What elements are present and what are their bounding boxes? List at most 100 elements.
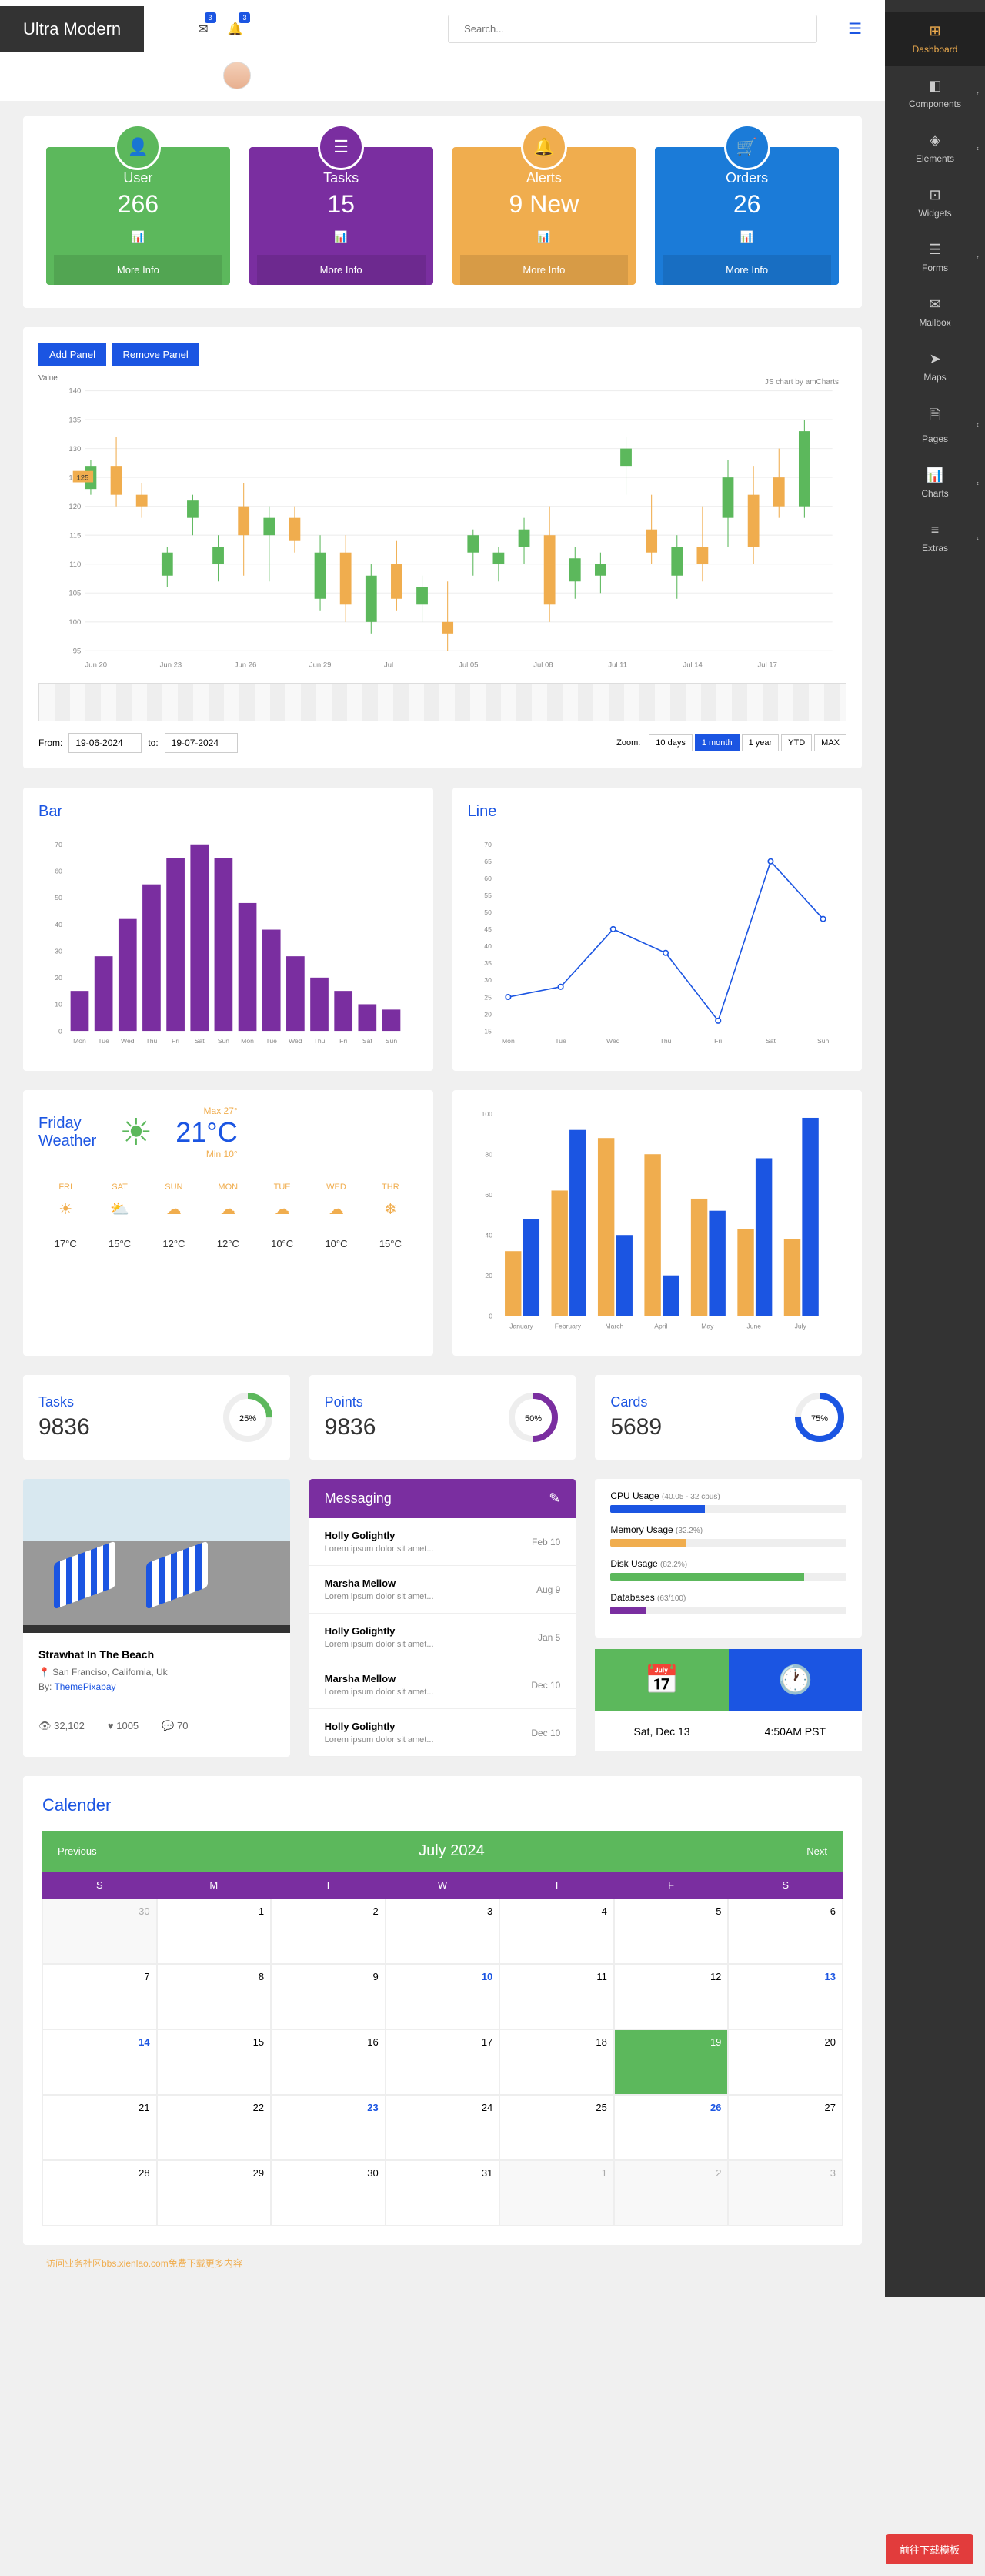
cal-cell[interactable]: 30: [271, 2160, 386, 2226]
svg-text:40: 40: [484, 942, 492, 950]
message-item[interactable]: Marsha Mellow Lorem ipsum dolor sit amet…: [309, 1566, 576, 1614]
zoom-option[interactable]: MAX: [814, 734, 846, 751]
cal-cell[interactable]: 16: [271, 2029, 386, 2095]
sidebar-item-widgets[interactable]: ⊡Widgets: [885, 176, 985, 230]
more-info-link[interactable]: More Info: [54, 255, 222, 285]
mail-icon[interactable]: ✉3: [198, 22, 208, 37]
metric-card-points: Points 9836 50%: [309, 1375, 576, 1460]
svg-text:140: 140: [68, 387, 81, 396]
cal-cell[interactable]: 7: [42, 1964, 157, 2029]
cal-cell[interactable]: 22: [157, 2095, 272, 2160]
forecast-day: SUN ☁ 12°C: [147, 1183, 201, 1250]
cal-cell[interactable]: 23: [271, 2095, 386, 2160]
cal-cell[interactable]: 8: [157, 1964, 272, 2029]
more-info-link[interactable]: More Info: [460, 255, 629, 285]
cal-cell[interactable]: 12: [614, 1964, 729, 2029]
stat-label: Alerts: [460, 170, 629, 186]
cal-next-button[interactable]: Next: [806, 1845, 827, 1857]
cal-cell[interactable]: 15: [157, 2029, 272, 2095]
svg-text:March: March: [605, 1322, 623, 1330]
cal-cell[interactable]: 9: [271, 1964, 386, 2029]
sidebar-item-charts[interactable]: 📊Charts‹: [885, 456, 985, 510]
cal-cell[interactable]: 5: [614, 1899, 729, 1964]
cal-cell[interactable]: 21: [42, 2095, 157, 2160]
cal-cell[interactable]: 17: [386, 2029, 500, 2095]
cal-cell[interactable]: 14: [42, 2029, 157, 2095]
cal-cell[interactable]: 2: [614, 2160, 729, 2226]
cal-cell[interactable]: 31: [386, 2160, 500, 2226]
cal-cell[interactable]: 18: [499, 2029, 614, 2095]
add-panel-button[interactable]: Add Panel: [38, 343, 106, 366]
sidebar-item-components[interactable]: ◧Components‹: [885, 66, 985, 121]
search-input[interactable]: [448, 15, 817, 43]
cal-cell[interactable]: 4: [499, 1899, 614, 1964]
cal-cell[interactable]: 27: [728, 2095, 843, 2160]
cal-cell[interactable]: 26: [614, 2095, 729, 2160]
cal-cell[interactable]: 6: [728, 1899, 843, 1964]
cal-cell[interactable]: 28: [42, 2160, 157, 2226]
svg-text:Sat: Sat: [765, 1037, 776, 1045]
from-label: From:: [38, 738, 62, 748]
menu-toggle-icon[interactable]: ☰: [848, 19, 862, 38]
remove-panel-button[interactable]: Remove Panel: [112, 343, 199, 366]
cal-cell[interactable]: 30: [42, 1899, 157, 1964]
from-date-input[interactable]: [68, 733, 142, 753]
svg-text:110: 110: [69, 560, 81, 569]
message-item[interactable]: Holly Golightly Lorem ipsum dolor sit am…: [309, 1518, 576, 1566]
stat-label: Orders: [663, 170, 831, 186]
message-item[interactable]: Marsha Mellow Lorem ipsum dolor sit amet…: [309, 1661, 576, 1709]
chart-navigator[interactable]: [38, 683, 846, 721]
cal-day-header: F: [614, 1872, 729, 1899]
svg-text:Wed: Wed: [606, 1037, 620, 1045]
cal-cell[interactable]: 10: [386, 1964, 500, 2029]
more-info-link[interactable]: More Info: [257, 255, 426, 285]
brand-logo[interactable]: Ultra Modern: [0, 6, 144, 52]
cal-cell[interactable]: 1: [499, 2160, 614, 2226]
sidebar-item-pages[interactable]: 🗎Pages‹: [885, 394, 985, 456]
cal-cell[interactable]: 20: [728, 2029, 843, 2095]
beach-author-link[interactable]: ThemePixabay: [54, 1681, 115, 1692]
svg-text:0: 0: [489, 1312, 492, 1320]
message-item[interactable]: Holly Golightly Lorem ipsum dolor sit am…: [309, 1709, 576, 1757]
stat-card-alerts: 🔔 Alerts 9 New 📊 More Info: [452, 147, 636, 285]
forecast-day: MON ☁ 12°C: [201, 1183, 255, 1250]
donut-chart: 75%: [793, 1390, 846, 1444]
cal-cell[interactable]: 3: [386, 1899, 500, 1964]
forecast-day: TUE ☁ 10°C: [255, 1183, 309, 1250]
cal-cell[interactable]: 3: [728, 2160, 843, 2226]
message-item[interactable]: Holly Golightly Lorem ipsum dolor sit am…: [309, 1614, 576, 1661]
cal-cell[interactable]: 24: [386, 2095, 500, 2160]
avatar[interactable]: [223, 62, 251, 89]
forecast-day: FRI ☀ 17°C: [38, 1183, 92, 1250]
download-button[interactable]: 前往下载模板: [886, 2534, 973, 2564]
zoom-option[interactable]: 1 year: [742, 734, 780, 751]
sidebar-item-dashboard[interactable]: ⊞Dashboard: [885, 12, 985, 66]
zoom-option[interactable]: YTD: [781, 734, 812, 751]
cal-cell[interactable]: 11: [499, 1964, 614, 2029]
sidebar-item-forms[interactable]: ☰Forms‹: [885, 230, 985, 285]
column-chart: 020406080100JanuaryFebruaryMarchAprilMay…: [468, 1106, 847, 1337]
cal-prev-button[interactable]: Previous: [58, 1845, 97, 1857]
svg-text:70: 70: [484, 841, 492, 848]
max-temp: Max 27°: [175, 1106, 237, 1116]
messaging-panel: Messaging ✎ Holly Golightly Lorem ipsum …: [309, 1479, 576, 1757]
zoom-option[interactable]: 10 days: [649, 734, 693, 751]
cal-cell[interactable]: 13: [728, 1964, 843, 2029]
cal-cell[interactable]: 1: [157, 1899, 272, 1964]
svg-text:Sun: Sun: [386, 1037, 398, 1045]
cal-cell[interactable]: 25: [499, 2095, 614, 2160]
edit-icon[interactable]: ✎: [549, 1490, 560, 1507]
svg-text:Jul 17: Jul 17: [758, 661, 777, 669]
sidebar-item-mailbox[interactable]: ✉Mailbox: [885, 285, 985, 340]
sidebar-item-elements[interactable]: ◈Elements‹: [885, 121, 985, 176]
cal-cell[interactable]: 19: [614, 2029, 729, 2095]
svg-text:Tue: Tue: [555, 1037, 566, 1045]
zoom-option[interactable]: 1 month: [695, 734, 740, 751]
cal-cell[interactable]: 29: [157, 2160, 272, 2226]
more-info-link[interactable]: More Info: [663, 255, 831, 285]
bell-icon[interactable]: 🔔3: [228, 22, 243, 37]
cal-cell[interactable]: 2: [271, 1899, 386, 1964]
sidebar-item-maps[interactable]: ➤Maps: [885, 340, 985, 394]
sidebar-item-extras[interactable]: ≡Extras‹: [885, 510, 985, 565]
to-date-input[interactable]: [165, 733, 238, 753]
